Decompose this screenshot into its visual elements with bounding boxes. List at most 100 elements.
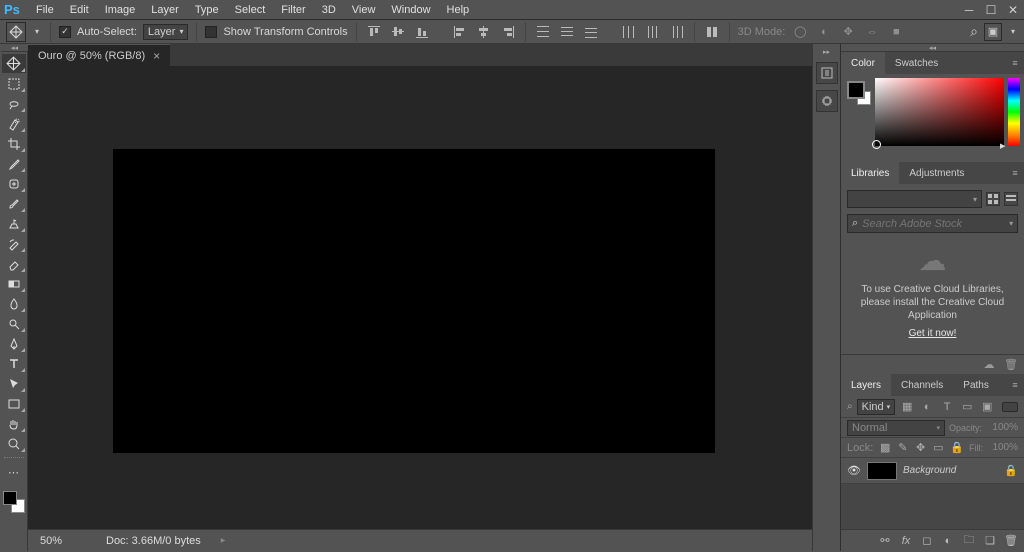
new-layer-icon[interactable]: ❏	[983, 534, 997, 547]
tab-adjustments[interactable]: Adjustments	[899, 162, 974, 184]
brush-tool[interactable]	[2, 194, 26, 213]
workspace-dropdown-icon[interactable]: ▾	[1008, 27, 1018, 36]
canvas[interactable]	[113, 149, 715, 453]
filter-shape-icon[interactable]: ▭	[959, 399, 975, 415]
rectangle-tool[interactable]	[2, 394, 26, 413]
current-tool-icon[interactable]	[6, 22, 26, 42]
tab-channels[interactable]: Channels	[891, 374, 953, 396]
menu-file[interactable]: File	[28, 4, 62, 16]
slide-3d-icon[interactable]: ⇔	[863, 22, 881, 42]
library-selector-dropdown[interactable]: ▾	[847, 190, 982, 208]
history-brush-tool[interactable]	[2, 234, 26, 253]
hue-slider[interactable]	[1008, 78, 1020, 146]
layer-name[interactable]: Background	[903, 465, 956, 476]
lasso-tool[interactable]	[2, 94, 26, 113]
panels-collapse-icon[interactable]: ◂◂	[841, 44, 1024, 52]
library-trash-icon[interactable]: 🗑	[1004, 358, 1018, 371]
filter-type-icon[interactable]: T	[939, 399, 955, 415]
align-horizontal-centers-icon[interactable]	[475, 22, 493, 42]
dodge-tool[interactable]	[2, 314, 26, 333]
blend-mode-dropdown[interactable]: Normal ▾	[847, 420, 945, 436]
doc-info[interactable]: Doc: 3.66M/0 bytes	[106, 535, 201, 547]
gradient-tool[interactable]	[2, 274, 26, 293]
color-fg-bg[interactable]	[845, 78, 871, 158]
lock-transparency-icon[interactable]: ▩	[879, 441, 891, 454]
tab-libraries[interactable]: Libraries	[841, 162, 899, 184]
libraries-get-it-now-link[interactable]: Get it now!	[909, 328, 957, 339]
close-tab-icon[interactable]: ×	[153, 49, 160, 63]
search-icon[interactable]: ⌕	[970, 23, 978, 40]
filter-pixel-icon[interactable]: ▦	[899, 399, 915, 415]
add-mask-icon[interactable]: ◻	[920, 534, 934, 547]
zoom-level[interactable]: 50%	[40, 535, 86, 547]
opacity-value[interactable]: 100%	[986, 422, 1018, 433]
lock-pixels-icon[interactable]: ✎	[897, 441, 909, 454]
new-group-icon[interactable]: 🗀	[962, 531, 976, 550]
layer-style-icon[interactable]: fx	[899, 535, 913, 547]
menu-layer[interactable]: Layer	[143, 4, 187, 16]
library-search-input[interactable]	[862, 218, 1005, 230]
distribute-top-icon[interactable]	[534, 22, 552, 42]
canvas-viewport[interactable]	[28, 66, 812, 529]
library-sync-icon[interactable]: ☁	[982, 358, 996, 371]
distribute-bottom-icon[interactable]	[582, 22, 600, 42]
clone-stamp-tool[interactable]	[2, 214, 26, 233]
align-left-edges-icon[interactable]	[451, 22, 469, 42]
tab-layers[interactable]: Layers	[841, 374, 891, 396]
status-flyout-icon[interactable]	[221, 530, 227, 552]
toolbar-collapse-icon[interactable]: ◂◂	[1, 44, 28, 52]
distribute-right-icon[interactable]	[668, 22, 686, 42]
filter-toggle[interactable]	[1002, 402, 1018, 412]
distribute-vcenter-icon[interactable]	[558, 22, 576, 42]
new-adjustment-icon[interactable]: ◐	[941, 535, 955, 547]
filter-search-icon[interactable]: ⌕	[847, 401, 853, 412]
dock-collapse-icon[interactable]: ▸▸	[813, 48, 840, 56]
menu-filter[interactable]: Filter	[273, 4, 313, 16]
delete-layer-icon[interactable]: 🗑	[1004, 534, 1018, 547]
lock-all-icon[interactable]: 🔒	[950, 441, 963, 454]
rectangular-marquee-tool[interactable]	[2, 74, 26, 93]
window-minimize-icon[interactable]: ─	[958, 0, 980, 20]
orbit-3d-icon[interactable]: ◯	[791, 22, 809, 42]
pan-3d-icon[interactable]: ✥	[839, 22, 857, 42]
color-field[interactable]	[875, 78, 1004, 146]
libraries-panel-menu-icon[interactable]: ≡	[1006, 168, 1024, 178]
type-tool[interactable]	[2, 354, 26, 373]
quick-selection-tool[interactable]	[2, 114, 26, 133]
lock-artboard-icon[interactable]: ▭	[932, 441, 944, 454]
chevron-down-icon[interactable]: ▾	[1009, 219, 1013, 228]
auto-align-icon[interactable]	[703, 22, 721, 42]
foreground-background-colors[interactable]	[3, 491, 25, 513]
tab-color[interactable]: Color	[841, 52, 885, 74]
auto-select-target-dropdown[interactable]: Layer ▾	[143, 24, 189, 40]
distribute-left-icon[interactable]	[620, 22, 638, 42]
fill-value[interactable]: 100%	[989, 442, 1018, 453]
zoom-3d-icon[interactable]: ■	[887, 22, 905, 42]
library-list-view-icon[interactable]	[1004, 192, 1018, 206]
show-transform-checkbox[interactable]	[205, 26, 217, 38]
auto-select-checkbox[interactable]: ✓	[59, 26, 71, 38]
color-fg-swatch[interactable]	[847, 81, 865, 99]
menu-window[interactable]: Window	[383, 4, 438, 16]
eraser-tool[interactable]	[2, 254, 26, 273]
move-tool[interactable]	[2, 54, 26, 73]
menu-type[interactable]: Type	[187, 4, 227, 16]
tab-paths[interactable]: Paths	[953, 374, 999, 396]
align-vertical-centers-icon[interactable]	[389, 22, 407, 42]
menu-3d[interactable]: 3D	[314, 4, 344, 16]
menu-help[interactable]: Help	[439, 4, 478, 16]
align-right-edges-icon[interactable]	[499, 22, 517, 42]
tab-swatches[interactable]: Swatches	[885, 52, 948, 74]
window-close-icon[interactable]: ✕	[1002, 0, 1024, 20]
crop-tool[interactable]	[2, 134, 26, 153]
layer-visibility-icon[interactable]: 👁	[847, 464, 861, 477]
roll-3d-icon[interactable]: ◐	[815, 22, 833, 42]
layer-filter-kind-dropdown[interactable]: Kind ▾	[857, 399, 896, 415]
pen-tool[interactable]	[2, 334, 26, 353]
tool-preset-dropdown-icon[interactable]: ▾	[32, 27, 42, 36]
filter-smart-icon[interactable]: ▣	[979, 399, 995, 415]
properties-panel-icon[interactable]	[816, 90, 838, 112]
document-tab[interactable]: Ouro @ 50% (RGB/8) ×	[28, 44, 170, 66]
spot-healing-brush-tool[interactable]	[2, 174, 26, 193]
menu-image[interactable]: Image	[97, 4, 144, 16]
